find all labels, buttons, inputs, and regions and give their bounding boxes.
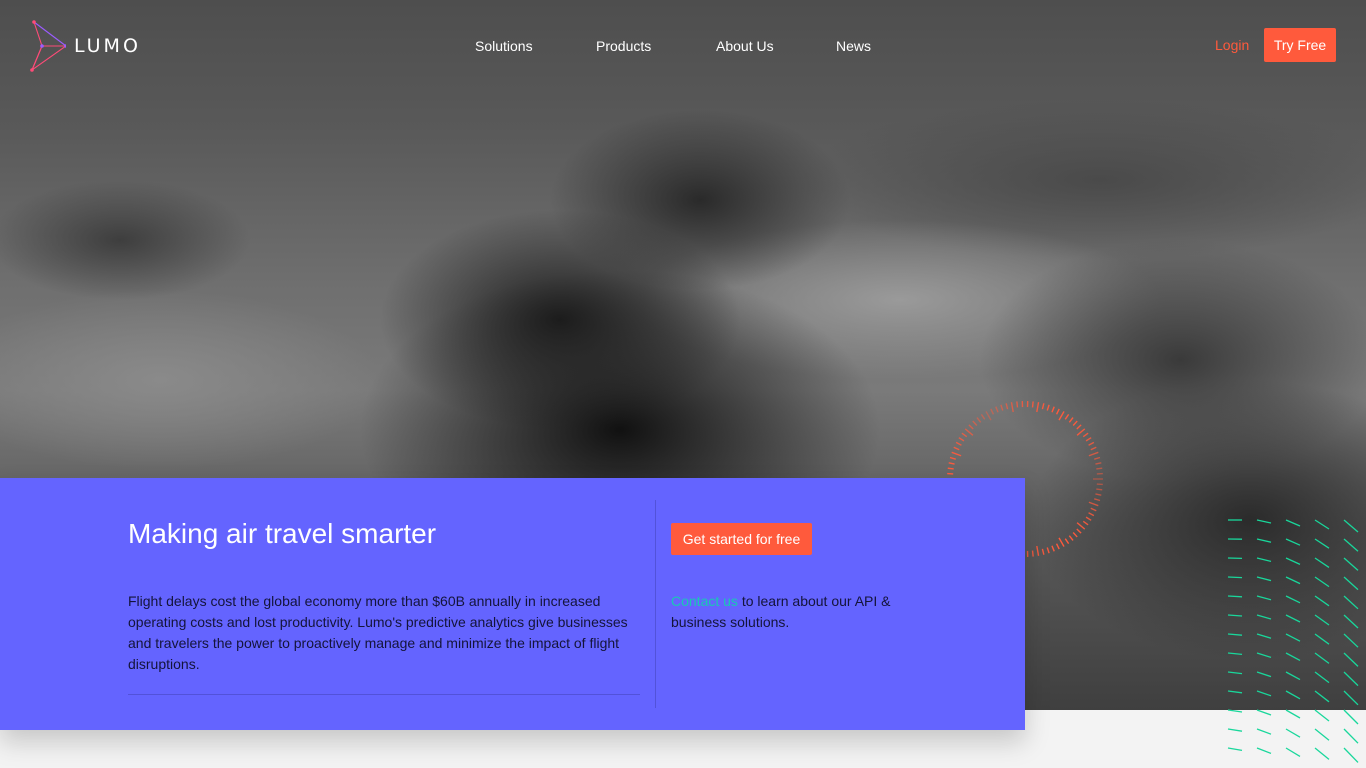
nav-item-news[interactable]: News <box>836 38 871 54</box>
hero-title: Making air travel smarter <box>128 518 437 549</box>
try-free-button[interactable]: Try Free <box>1264 28 1336 62</box>
nav-item-products[interactable]: Products <box>596 38 651 54</box>
divider <box>128 694 640 695</box>
vertical-divider <box>655 500 656 708</box>
get-started-button[interactable]: Get started for free <box>671 523 812 555</box>
main-nav: Solutions Products About Us News <box>0 38 1366 58</box>
hero-card: Making air travel smarter Flight delays … <box>0 478 1025 730</box>
nav-item-about-us[interactable]: About Us <box>716 38 774 54</box>
contact-text: Contact us to learn about our API & busi… <box>671 591 911 633</box>
nav-item-solutions[interactable]: Solutions <box>475 38 533 54</box>
hero-description: Flight delays cost the global economy mo… <box>128 593 628 672</box>
dash-pattern-decoration <box>1227 519 1359 763</box>
contact-us-link[interactable]: Contact us <box>671 593 738 609</box>
login-link[interactable]: Login <box>1215 37 1249 53</box>
